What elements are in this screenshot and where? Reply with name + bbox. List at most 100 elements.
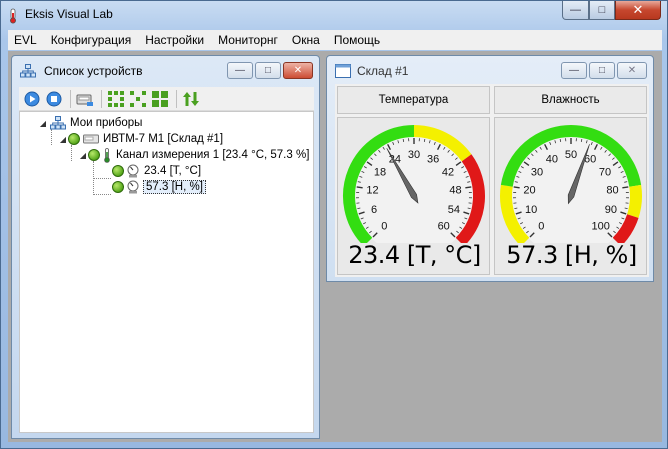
window-controls: — □ ✕ [562,1,661,21]
dial-tick-label: 36 [427,154,439,166]
dial-tick-label: 30 [408,149,420,161]
dial-tick-label: 100 [592,221,610,233]
gauge-panel: Температура 0 6 12 18 24 30 36 42 48 54 60 23.4 [T… [335,84,649,277]
status-ok-icon [112,181,124,193]
gauge-icon [127,164,139,178]
dial-tick-label: 20 [523,184,535,196]
humidity-dial: 010203040 50 60708090100 [500,125,642,243]
dial-tick-label: 42 [442,166,454,178]
menu-windows[interactable]: Окна [285,33,327,47]
app-window: Eksis Visual Lab — □ ✕ EVL Конфигурация … [0,0,668,449]
tree-line [93,178,111,179]
tile-button[interactable] [150,89,170,109]
devices-window-controls: — □ ✕ [225,62,313,79]
devices-minimize-button[interactable]: — [227,62,253,79]
gauge-readout-humidity: 57.3 [H, %] [506,241,637,269]
tree-line [51,129,52,145]
device-icon [83,134,99,144]
play-icon [24,91,40,106]
tree-line [71,145,72,161]
tree-node-channel[interactable]: ◢ Канал измерения 1 [23.4 °C, 57.3 %] [78,147,310,163]
dial-zone [627,184,642,218]
menu-configuration[interactable]: Конфигурация [44,33,139,47]
collapse-all-button[interactable] [128,89,148,109]
status-ok-icon [68,133,80,145]
status-ok-icon [88,149,100,161]
tree-node-device[interactable]: ◢ ИВТМ-7 М1 [Склад #1] [58,131,224,147]
collapse-arrow-icon[interactable]: ◢ [38,119,48,128]
tree-node-label: 57.3 [H, %] [143,180,206,194]
start-button[interactable] [22,89,42,109]
tree-node-param-temperature[interactable]: 23.4 [T, °C] [112,163,202,179]
dial-tick-label: 80 [606,184,618,196]
close-icon: ✕ [632,2,644,17]
toolbar-separator [70,89,71,108]
warehouse-minimize-button[interactable]: — [561,62,587,79]
minimize-button[interactable]: — [562,1,589,20]
network-icon [20,64,36,78]
tree-node-label: Мои приборы [70,117,143,129]
expand-all-button[interactable] [106,89,126,109]
devices-window-title: Список устройств [44,64,143,78]
collapse-arrow-icon[interactable]: ◢ [78,151,88,160]
minimize-icon: — [569,65,579,76]
devices-close-button[interactable]: ✕ [283,62,313,79]
gauge-readout-temperature: 23.4 [T, °C] [348,241,481,269]
add-device-button[interactable] [75,89,95,109]
dial-tick-label: 50 [565,149,577,161]
tree-line [93,194,111,195]
tree-node-root[interactable]: ◢ Мои приборы [38,115,143,131]
gauge-column-temperature: Температура 0 6 12 18 24 30 36 42 48 54 60 23.4 [T… [335,84,492,277]
warehouse-maximize-button[interactable]: □ [589,62,615,79]
warehouse-window: Склад #1 — □ ✕ Температура 0 6 12 18 24 30 36 4… [326,55,654,282]
maximize-icon: □ [264,65,272,76]
dial-tick-label: 60 [438,221,450,233]
toolbar-separator [176,89,177,108]
dial-tick-label: 30 [531,166,543,178]
dial-tick-label: 18 [374,166,386,178]
device-add-icon [76,94,93,106]
minimize-icon: — [235,65,245,76]
window-icon [335,64,351,78]
gauge-header-temperature[interactable]: Температура [337,86,490,114]
dial-tick-label: 48 [449,184,461,196]
dial-tick-label: 40 [546,154,558,166]
dial-major-tick [465,186,472,189]
tree-node-label: 23.4 [T, °C] [144,165,202,177]
menu-help[interactable]: Помощь [327,33,387,47]
menu-bar: EVL Конфигурация Настройки Мониторнг Окн… [8,30,662,50]
menu-settings[interactable]: Настройки [138,33,211,47]
devices-toolbar [19,87,314,111]
dial-tick-label: 10 [525,204,537,216]
gauge-header-humidity[interactable]: Влажность [494,86,647,114]
gauge-temperature: 0 6 12 18 24 30 36 42 48 54 60 23.4 [T, °C] [337,117,490,275]
warehouse-window-controls: — □ ✕ [559,62,647,79]
close-button[interactable]: ✕ [615,1,661,20]
maximize-button[interactable]: □ [589,1,615,20]
status-ok-icon [112,165,124,177]
devices-maximize-button[interactable]: □ [255,62,281,79]
devices-window: Список устройств — □ ✕ ◢ Мои приборы ◢ И… [11,55,320,439]
collapse-grid-icon [130,90,146,107]
expand-grid-icon [108,90,124,107]
close-icon: ✕ [293,65,303,76]
network-icon [50,116,66,130]
maximize-icon: □ [598,4,606,16]
warehouse-close-button[interactable]: ✕ [617,62,647,79]
menu-evl[interactable]: EVL [8,33,44,47]
dial-minor-tick [423,138,426,143]
app-title: Eksis Visual Lab [25,7,113,21]
dial-minor-tick [402,138,405,143]
stop-button[interactable] [44,89,64,109]
tree-node-param-humidity[interactable]: 57.3 [H, %] [112,179,206,195]
dial-major-tick [356,186,363,189]
warehouse-window-title: Склад #1 [357,64,409,78]
dial-tick-label: 0 [381,221,387,233]
dial-tick-label: 54 [448,204,460,216]
menu-monitoring[interactable]: Мониторнг [211,33,285,47]
sort-button[interactable] [181,89,201,109]
close-icon: ✕ [627,65,637,76]
dial-major-tick [513,186,520,189]
minimize-icon: — [570,4,581,16]
collapse-arrow-icon[interactable]: ◢ [58,135,68,144]
